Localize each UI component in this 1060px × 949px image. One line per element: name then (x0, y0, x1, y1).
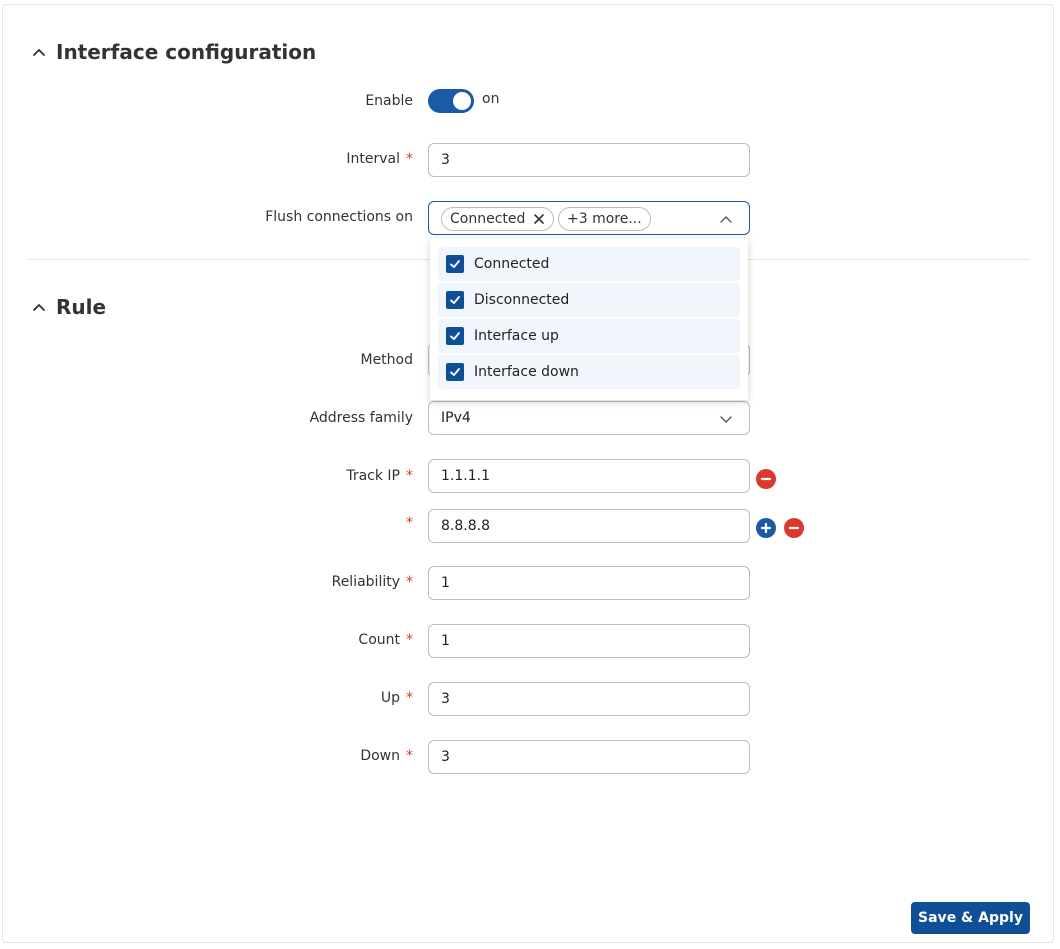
option-label: Interface down (474, 364, 579, 380)
option-interface-down[interactable]: Interface down (438, 355, 740, 389)
flush-connections-dropdown: Connected Disconnected Interface up Inte… (430, 238, 748, 400)
flush-connections-label: Flush connections on (265, 209, 413, 225)
interface-config-header[interactable]: Interface configuration (30, 40, 316, 64)
save-apply-button[interactable]: Save & Apply (911, 902, 1030, 934)
up-label: Up * (381, 688, 413, 708)
method-label: Method (360, 352, 413, 368)
interval-label: Interval * (346, 149, 413, 169)
toggle-knob (453, 92, 471, 110)
address-family-select[interactable]: IPv4 (428, 401, 750, 435)
enable-state-text: on (482, 91, 500, 107)
required-marker: * (406, 151, 413, 167)
option-connected[interactable]: Connected (438, 247, 740, 281)
close-icon[interactable] (533, 213, 545, 225)
enable-label: Enable (365, 93, 413, 109)
remove-icon[interactable] (784, 518, 804, 538)
count-label: Count * (358, 630, 413, 650)
chevron-up-icon (719, 212, 733, 226)
required-marker: * (406, 690, 413, 706)
chevron-up-icon (30, 43, 48, 61)
interval-input[interactable] (428, 143, 750, 177)
remove-icon[interactable] (756, 469, 776, 489)
interval-label-text: Interval (346, 151, 400, 167)
count-label-text: Count (358, 632, 400, 648)
address-family-value: IPv4 (441, 410, 471, 426)
option-label: Disconnected (474, 292, 570, 308)
track-ip-input-2[interactable] (428, 509, 750, 543)
required-marker: * (406, 468, 413, 484)
section-title: Interface configuration (56, 40, 317, 64)
checkbox-checked-icon[interactable] (446, 255, 464, 273)
chevron-up-icon (30, 298, 48, 316)
up-input[interactable] (428, 682, 750, 716)
track-ip-label-2: * (400, 513, 413, 533)
option-interface-up[interactable]: Interface up (438, 319, 740, 353)
checkbox-checked-icon[interactable] (446, 327, 464, 345)
rule-header[interactable]: Rule (30, 295, 106, 319)
down-input[interactable] (428, 740, 750, 774)
flush-connections-select[interactable]: Connected +3 more... (428, 201, 750, 235)
track-ip-label: Track IP * (346, 466, 413, 486)
required-marker: * (406, 574, 413, 590)
chip-label: Connected (450, 211, 526, 227)
required-marker: * (406, 632, 413, 648)
address-family-label: Address family (309, 410, 413, 426)
checkbox-checked-icon[interactable] (446, 291, 464, 309)
down-label-text: Down (360, 748, 400, 764)
track-ip-label-text: Track IP (346, 468, 400, 484)
chip-connected: Connected (441, 207, 555, 231)
option-disconnected[interactable]: Disconnected (438, 283, 740, 317)
enable-toggle[interactable] (428, 89, 474, 113)
add-icon[interactable] (756, 518, 776, 538)
required-marker: * (406, 515, 413, 531)
chevron-down-icon (719, 412, 733, 426)
reliability-input[interactable] (428, 566, 750, 600)
option-label: Interface up (474, 328, 559, 344)
reliability-label-text: Reliability (331, 574, 400, 590)
section-title: Rule (56, 295, 107, 319)
reliability-label: Reliability * (332, 572, 413, 592)
track-ip-input-1[interactable] (428, 459, 750, 493)
chip-more[interactable]: +3 more... (558, 207, 651, 231)
required-marker: * (406, 748, 413, 764)
option-label: Connected (474, 256, 550, 272)
up-label-text: Up (380, 690, 400, 706)
checkbox-checked-icon[interactable] (446, 363, 464, 381)
count-input[interactable] (428, 624, 750, 658)
down-label: Down * (360, 746, 413, 766)
